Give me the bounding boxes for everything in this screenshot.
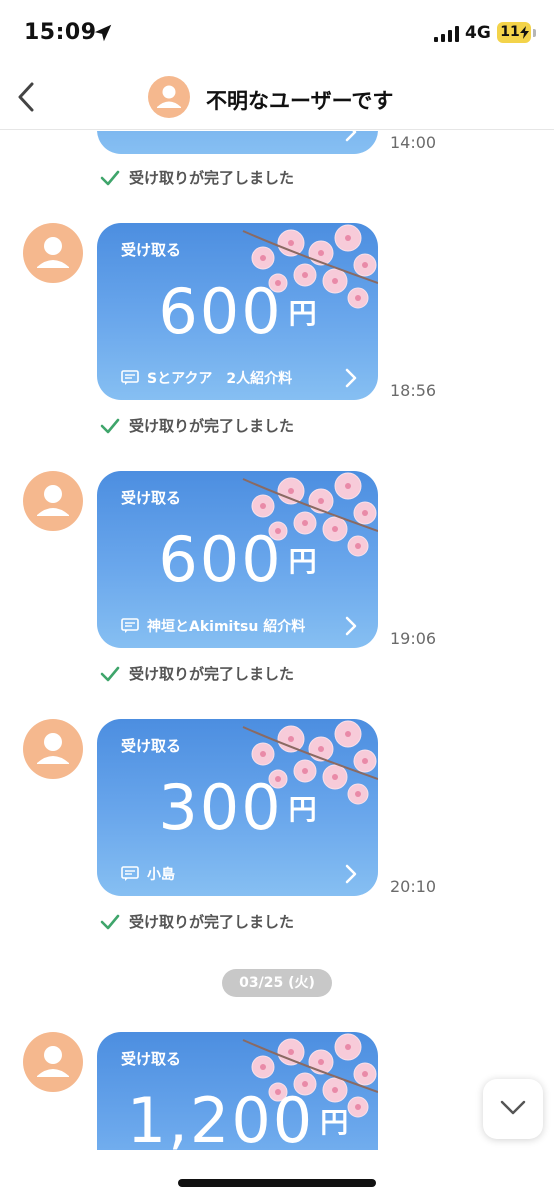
checkmark-icon <box>100 914 120 929</box>
transfer-amount: 600 円 <box>97 523 378 596</box>
card-label: 受け取る <box>121 1050 182 1068</box>
currency-unit: 円 <box>288 544 317 578</box>
status-time: 15:09 <box>24 20 97 45</box>
sender-avatar-icon[interactable] <box>23 471 83 531</box>
checkmark-icon <box>100 170 120 185</box>
transfer-memo: Sとアクア 2人紹介料 <box>121 368 292 388</box>
transfer-amount: 600 円 <box>97 275 378 348</box>
chevron-right-icon <box>345 131 357 142</box>
amount-value: 600 <box>158 523 283 596</box>
transfer-memo: 神垣とAkimitsu 紹介料 <box>121 616 305 636</box>
memo-text: 神垣とAkimitsu 紹介料 <box>147 619 306 635</box>
battery-nub <box>533 29 536 37</box>
transfer-card[interactable]: 受け取る 1,200 円 <box>97 1032 378 1150</box>
amount-value: 600 <box>158 275 283 348</box>
memo-text: Sとアクア 2人紹介料 <box>147 371 293 387</box>
memo-icon <box>121 370 139 385</box>
chevron-right-icon <box>345 616 357 636</box>
memo-icon <box>121 618 139 633</box>
transfer-card[interactable]: 受け取る 600 円 Sとアクア 2人紹介料 <box>97 223 378 400</box>
transfer-card[interactable] <box>97 131 378 154</box>
sender-avatar-icon[interactable] <box>23 719 83 779</box>
receipt-status-text: 受け取りが完了しました <box>129 913 295 931</box>
chevron-right-icon <box>345 864 357 884</box>
transfer-amount: 1,200 円 <box>97 1084 378 1150</box>
amount-value: 1,200 <box>126 1084 315 1150</box>
receipt-status-text: 受け取りが完了しました <box>129 169 295 187</box>
amount-value: 300 <box>158 771 283 844</box>
memo-text: 小島 <box>147 867 175 883</box>
receipt-status: 受け取りが完了しました <box>100 911 294 932</box>
sender-avatar-icon[interactable] <box>23 1032 83 1092</box>
user-avatar-icon <box>148 76 190 118</box>
card-label: 受け取る <box>121 241 182 259</box>
currency-unit: 円 <box>320 1105 349 1139</box>
message-time: 19:06 <box>390 629 437 648</box>
memo-icon <box>121 866 139 881</box>
receipt-status: 受け取りが完了しました <box>100 167 294 188</box>
chat-list[interactable]: 14:00 受け取りが完了しました 受け取る 600 円 Sとアクア 2人紹介料… <box>0 131 554 1150</box>
scroll-to-bottom-button[interactable] <box>483 1079 543 1139</box>
receipt-status: 受け取りが完了しました <box>100 663 294 684</box>
message-time: 14:00 <box>390 133 437 152</box>
network-type: 4G <box>465 23 491 43</box>
receipt-status-text: 受け取りが完了しました <box>129 665 295 683</box>
cellular-signal-icon <box>434 26 459 42</box>
status-bar: 15:09 4G 11 <box>0 0 554 66</box>
chevron-down-icon <box>500 1100 526 1115</box>
sender-avatar-icon[interactable] <box>23 223 83 283</box>
battery-icon: 11 <box>497 22 531 43</box>
message-time: 18:56 <box>390 381 437 400</box>
transfer-amount: 300 円 <box>97 771 378 844</box>
chevron-right-icon <box>345 368 357 388</box>
currency-unit: 円 <box>288 296 317 330</box>
nav-bar: 不明なユーザーです <box>0 66 554 130</box>
transfer-card[interactable]: 受け取る 300 円 小島 <box>97 719 378 896</box>
card-label: 受け取る <box>121 489 182 507</box>
transfer-card[interactable]: 受け取る 600 円 神垣とAkimitsu 紹介料 <box>97 471 378 648</box>
page-title: 不明なユーザーです <box>206 89 394 113</box>
home-indicator[interactable] <box>178 1179 376 1187</box>
checkmark-icon <box>100 418 120 433</box>
card-label: 受け取る <box>121 737 182 755</box>
date-separator: 03/25 (火) <box>222 969 332 997</box>
transfer-memo: 小島 <box>121 864 175 884</box>
message-time: 20:10 <box>390 877 437 896</box>
chevron-left-icon[interactable] <box>12 80 42 114</box>
charging-bolt-icon <box>520 26 529 39</box>
receipt-status-text: 受け取りが完了しました <box>129 417 295 435</box>
currency-unit: 円 <box>288 792 317 826</box>
checkmark-icon <box>100 666 120 681</box>
receipt-status: 受け取りが完了しました <box>100 415 294 436</box>
location-arrow-icon <box>94 24 112 42</box>
